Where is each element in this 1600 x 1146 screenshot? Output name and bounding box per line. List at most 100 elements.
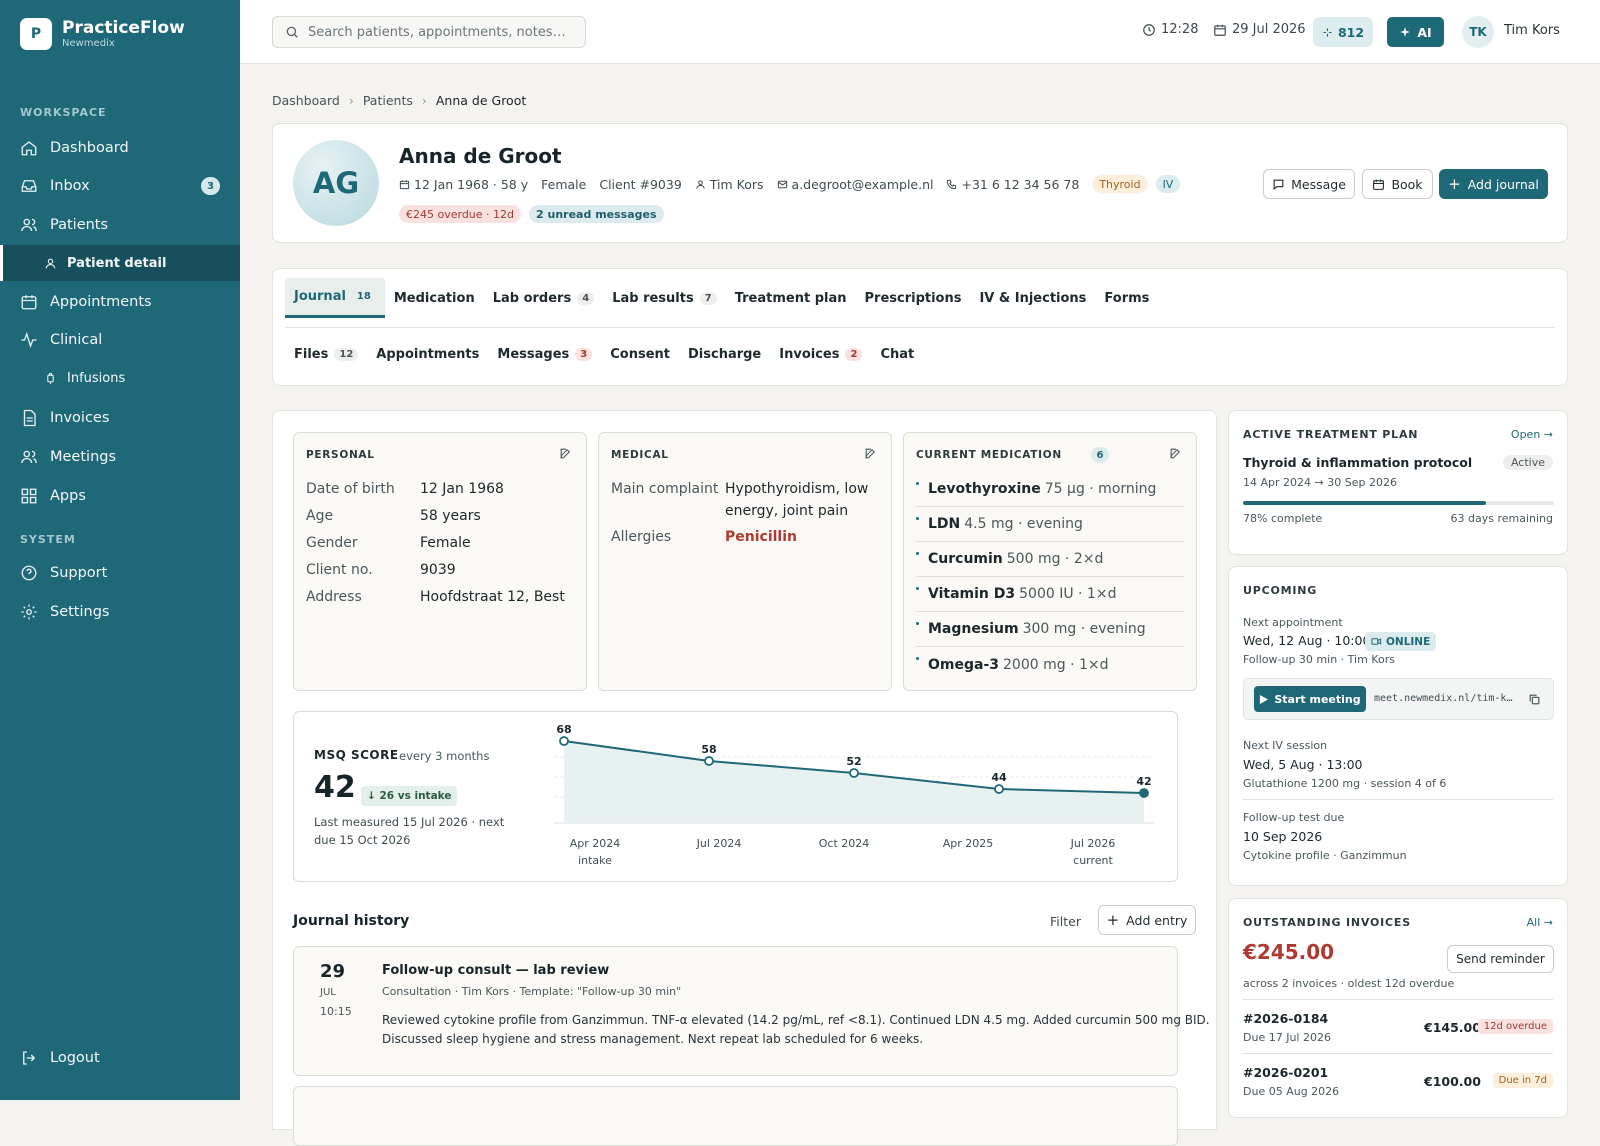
- avatar[interactable]: TK: [1462, 16, 1494, 48]
- book-button[interactable]: Book: [1362, 169, 1433, 199]
- journal-entry[interactable]: [293, 1086, 1178, 1146]
- sidebar-item-patients[interactable]: Patients: [0, 207, 240, 243]
- iv-label: Next IV session: [1243, 739, 1328, 752]
- age-value: 58 years: [420, 508, 481, 524]
- msq-note-line1: Last measured 15 Jul 2026 · next: [314, 815, 505, 829]
- user-name[interactable]: Tim Kors: [1504, 23, 1560, 38]
- brand[interactable]: P PracticeFlow Newmedix: [20, 18, 185, 50]
- send-reminder-button[interactable]: Send reminder: [1447, 945, 1554, 973]
- tab-label: Journal: [294, 289, 346, 304]
- med-name: Magnesium: [928, 621, 1019, 637]
- chart-point: [1139, 788, 1149, 798]
- entry-month: JUL: [320, 987, 336, 998]
- ai-button[interactable]: AI: [1387, 17, 1444, 47]
- credits-pill[interactable]: 812: [1313, 17, 1373, 47]
- medication-item[interactable]: Curcumin 500 mg · 2×d: [916, 542, 1184, 577]
- plus-icon: +: [1106, 911, 1120, 929]
- tab-prescriptions[interactable]: Prescriptions: [856, 278, 971, 318]
- invoice-status-badge: 12d overdue: [1477, 1019, 1553, 1034]
- add-entry-label: Add entry: [1126, 912, 1188, 928]
- tab-journal[interactable]: Journal 18: [285, 278, 385, 318]
- address-value: Hoofdstraat 12, Best: [420, 589, 565, 605]
- breadcrumb-dashboard[interactable]: Dashboard: [272, 93, 340, 108]
- credits-count: 812: [1337, 24, 1365, 40]
- chart-tick-sublabel: intake: [578, 854, 612, 867]
- meeting-link[interactable]: meet.newmedix.nl/tim-k…: [1374, 693, 1512, 704]
- calendar-icon: [21, 295, 37, 310]
- patient-email[interactable]: a.degroot@example.nl: [792, 177, 934, 192]
- play-icon: [1260, 694, 1269, 704]
- tab-lab-orders[interactable]: Lab orders 4: [484, 278, 603, 318]
- tab-appointments[interactable]: Appointments: [367, 334, 488, 374]
- add-journal-button[interactable]: + Add journal: [1439, 169, 1548, 199]
- invoices-all-link[interactable]: All →: [1527, 916, 1553, 929]
- search-input[interactable]: Search patients, appointments, notes…: [272, 16, 586, 48]
- tab-chat[interactable]: Chat: [871, 334, 923, 374]
- start-meeting-button[interactable]: Start meeting: [1254, 686, 1366, 712]
- plan-open-link[interactable]: Open →: [1511, 428, 1553, 441]
- medication-item[interactable]: Vitamin D3 5000 IU · 1×d: [916, 577, 1184, 612]
- add-entry-button[interactable]: + Add entry: [1098, 905, 1196, 935]
- sidebar-item-apps[interactable]: Apps: [0, 478, 240, 514]
- address-label: Address: [306, 589, 362, 605]
- plan-title: ACTIVE TREATMENT PLAN: [1243, 428, 1419, 441]
- edit-icon[interactable]: [1169, 447, 1182, 460]
- sidebar-item-inbox[interactable]: Inbox 3: [0, 168, 240, 204]
- invoice-id[interactable]: #2026-0184: [1243, 1011, 1328, 1026]
- tab-discharge[interactable]: Discharge: [679, 334, 770, 374]
- sidebar-item-appointments[interactable]: Appointments: [0, 284, 240, 320]
- tab-lab-results[interactable]: Lab results 7: [603, 278, 726, 318]
- medication-item[interactable]: Levothyroxine 75 µg · morning: [916, 472, 1184, 507]
- entry-day: 29: [320, 961, 346, 982]
- filter-button[interactable]: Filter: [1050, 914, 1081, 929]
- breadcrumb-patients[interactable]: Patients: [363, 93, 413, 108]
- drip-icon: [47, 372, 54, 384]
- sidebar-item-support[interactable]: Support: [0, 555, 240, 591]
- sidebar-item-invoices[interactable]: Invoices: [0, 400, 240, 436]
- tab-invoices[interactable]: Invoices 2: [770, 334, 871, 374]
- chart-data-label: 68: [556, 723, 571, 736]
- sidebar-item-label: Settings: [50, 604, 110, 620]
- ai-label: AI: [1417, 24, 1432, 40]
- sidebar-item-dashboard[interactable]: Dashboard: [0, 130, 240, 166]
- medication-item[interactable]: Omega-3 2000 mg · 1×d: [916, 647, 1184, 682]
- sidebar-item-patient-detail[interactable]: Patient detail: [0, 245, 240, 281]
- iv-detail: Glutathione 1200 mg · session 4 of 6: [1243, 777, 1447, 790]
- plan-remaining: 63 days remaining: [1450, 512, 1554, 525]
- tab-medication[interactable]: Medication: [385, 278, 484, 318]
- sidebar-item-clinical[interactable]: Clinical: [0, 322, 240, 358]
- home-icon: [21, 141, 37, 156]
- copy-icon[interactable]: [1528, 693, 1541, 706]
- sidebar-item-infusions[interactable]: Infusions: [0, 360, 240, 396]
- invoice-id[interactable]: #2026-0201: [1243, 1065, 1328, 1080]
- entry-meta: Consultation · Tim Kors · Template: "Fol…: [382, 985, 682, 998]
- online-label: ONLINE: [1386, 635, 1431, 648]
- tab-consent[interactable]: Consent: [601, 334, 679, 374]
- sidebar-item-meetings[interactable]: Meetings: [0, 439, 240, 475]
- tab-messages[interactable]: Messages 3: [488, 334, 601, 374]
- edit-icon[interactable]: [559, 447, 572, 460]
- medication-item[interactable]: Magnesium 300 mg · evening: [916, 612, 1184, 647]
- sidebar-item-label: Dashboard: [50, 140, 129, 156]
- meeting-box: Start meeting meet.newmedix.nl/tim-k…: [1243, 678, 1554, 720]
- unread-messages-alert[interactable]: 2 unread messages: [529, 205, 664, 223]
- journal-entry[interactable]: 29 JUL 10:15 Follow-up consult — lab rev…: [293, 946, 1210, 1076]
- sidebar-item-logout[interactable]: Logout: [0, 1040, 240, 1076]
- edit-icon[interactable]: [864, 447, 877, 460]
- tab-row-2: Files 12 Appointments Messages 3 Consent Disch…: [285, 334, 923, 374]
- chart-tick-label: Oct 2024: [819, 837, 870, 850]
- tab-files[interactable]: Files 12: [285, 334, 367, 374]
- message-button[interactable]: Message: [1263, 169, 1355, 199]
- sidebar-item-settings[interactable]: Settings: [0, 594, 240, 630]
- brand-logo: P: [20, 18, 52, 50]
- patient-phone[interactable]: +31 6 12 34 56 78: [961, 177, 1079, 192]
- inbox-count-badge: 3: [201, 177, 220, 195]
- tab-iv-injections[interactable]: IV & Injections: [970, 278, 1095, 318]
- tab-treatment-plan[interactable]: Treatment plan: [726, 278, 856, 318]
- medication-item[interactable]: LDN 4.5 mg · evening: [916, 507, 1184, 542]
- overdue-alert[interactable]: €245 overdue · 12d: [399, 205, 522, 223]
- tab-forms[interactable]: Forms: [1095, 278, 1158, 318]
- patient-client: Client #9039: [599, 176, 682, 192]
- chart-point: [994, 784, 1004, 794]
- tab-count-badge: 4: [577, 291, 595, 305]
